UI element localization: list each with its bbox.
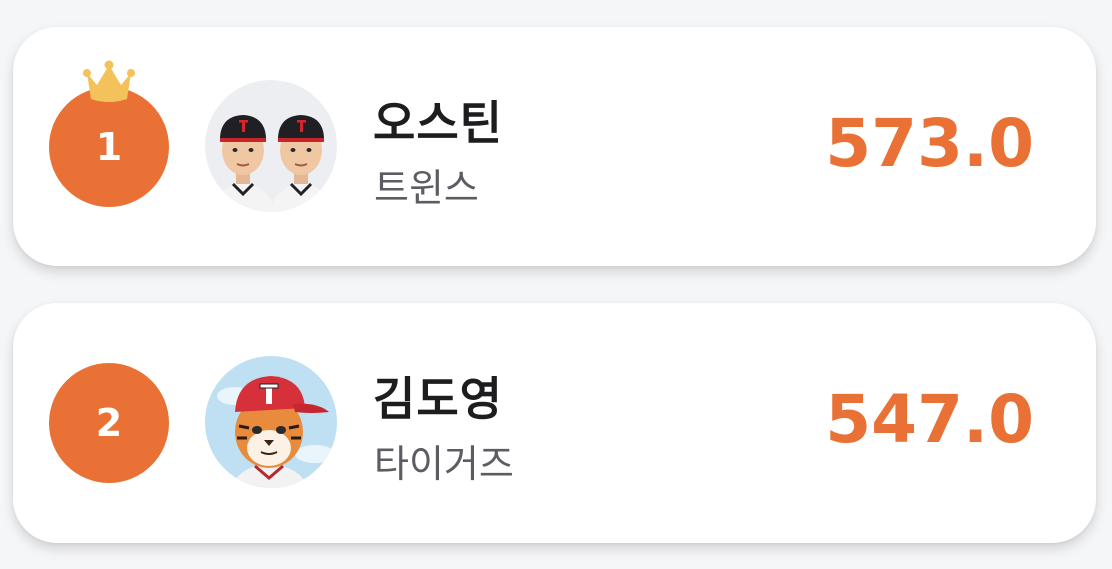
leaderboard-card-2[interactable]: 2 김도영 타이거즈 547.0 [13, 303, 1096, 543]
rank-number: 1 [95, 125, 123, 169]
player-name: 오스틴 [373, 96, 503, 150]
team-name: 타이거즈 [374, 442, 514, 486]
team-name: 트윈스 [374, 166, 479, 210]
player-score: 573.0 [825, 105, 1034, 182]
leaderboard-card-1[interactable]: 1 오스틴 트윈스 573.0 [13, 27, 1096, 266]
tiger-mascot-avatar-icon [205, 356, 337, 488]
player-avatar [205, 356, 337, 488]
player-avatar [205, 80, 337, 212]
crown-icon [83, 57, 135, 105]
rank-number: 2 [95, 401, 123, 445]
player-name: 김도영 [373, 372, 503, 426]
rank-badge: 2 [49, 363, 169, 483]
leaderboard-list: 1 오스틴 트윈스 573.0 2 김도영 타이거즈 547.0 [0, 0, 1112, 569]
twins-players-avatar-icon [205, 80, 337, 212]
player-score: 547.0 [825, 381, 1034, 458]
